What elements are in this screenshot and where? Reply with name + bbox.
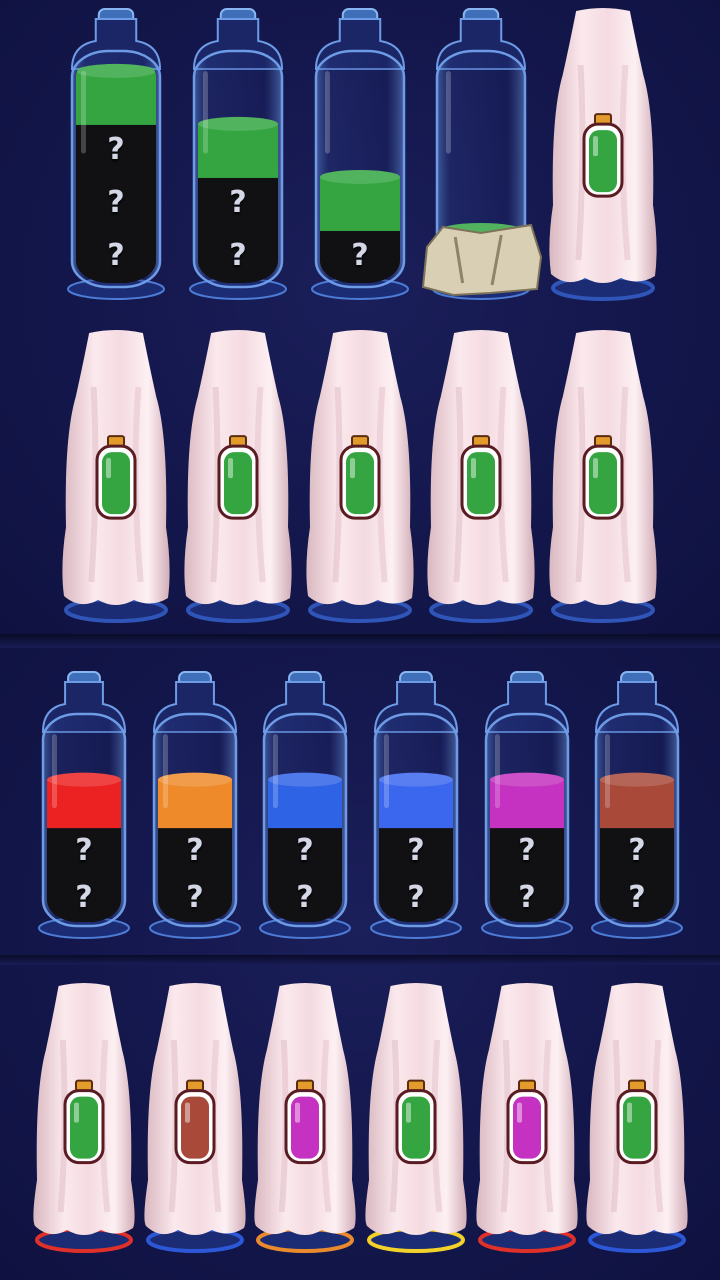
liquid-surface <box>268 772 342 787</box>
hidden-layer-question-mark: ? <box>186 880 204 916</box>
covered-tube[interactable] <box>304 327 416 623</box>
covered-tube[interactable] <box>60 327 172 623</box>
liquid-tube[interactable]: ?? <box>189 5 287 300</box>
hidden-layer-question-mark: ? <box>296 832 314 868</box>
hidden-layer-question-mark: ? <box>75 832 93 868</box>
liquid-tube[interactable]: ?? <box>38 668 130 939</box>
cloth-cover <box>586 983 688 1253</box>
cloth-cover <box>306 330 414 623</box>
hidden-layer-question-mark: ? <box>229 185 247 221</box>
liquid-layer-blue <box>268 779 342 829</box>
covered-tube[interactable] <box>547 5 659 301</box>
hidden-layer-question-mark: ? <box>75 880 93 916</box>
cloth-cover <box>254 983 356 1253</box>
hidden-layer-question-mark: ? <box>407 832 425 868</box>
liquid-layer-blue_alt <box>379 779 453 829</box>
covered-tube[interactable] <box>31 980 137 1253</box>
potion-hint-icon <box>506 1079 548 1165</box>
liquid-layer-magenta <box>490 779 564 829</box>
cloth-cover <box>184 330 292 623</box>
hidden-layer-question-mark: ? <box>518 880 536 916</box>
covered-tube[interactable] <box>252 980 358 1253</box>
liquid-surface <box>198 116 278 131</box>
potion-hint-icon <box>582 113 624 198</box>
liquid-layer-orange <box>158 779 232 829</box>
liquid-layer-green <box>76 70 156 125</box>
hidden-layer-question-mark: ? <box>107 132 125 168</box>
liquid-tube[interactable]: ?? <box>481 668 573 939</box>
cloth-cover <box>427 330 535 623</box>
shelf-divider <box>0 634 720 648</box>
hidden-layer-question-mark: ? <box>296 880 314 916</box>
covered-tube[interactable] <box>142 980 248 1253</box>
cloth-cover <box>62 330 170 623</box>
hidden-layer-question-mark: ? <box>107 185 125 221</box>
liquid-tube[interactable]: ?? <box>591 668 683 939</box>
liquid-layer-green <box>198 123 278 178</box>
hidden-layer-question-mark: ? <box>628 832 646 868</box>
potion-hint-icon <box>460 435 502 520</box>
potion-hint-icon <box>339 435 381 520</box>
shelf-divider <box>0 955 720 965</box>
covered-tube[interactable] <box>182 327 294 623</box>
covered-tube[interactable] <box>474 980 580 1253</box>
liquid-surface <box>320 169 400 184</box>
covered-tube[interactable] <box>584 980 690 1253</box>
hidden-layer-question-mark: ? <box>107 238 125 274</box>
tube-glass <box>421 8 543 300</box>
cloth-cover <box>365 983 467 1253</box>
liquid-surface <box>600 772 674 787</box>
liquid-surface <box>47 772 121 787</box>
liquid-tube[interactable]: ? <box>311 5 409 300</box>
liquid-layer-green <box>320 176 400 231</box>
potion-hint-icon <box>174 1079 216 1165</box>
liquid-surface <box>158 772 232 787</box>
potion-hint-icon <box>63 1079 105 1165</box>
hidden-layer-question-mark: ? <box>229 238 247 274</box>
cloth-cover <box>144 983 246 1253</box>
potion-hint-icon <box>217 435 259 520</box>
liquid-layer-red <box>47 779 121 829</box>
rock-lock-icon <box>421 223 543 297</box>
hidden-layer-question-mark: ? <box>518 832 536 868</box>
potion-hint-icon <box>284 1079 326 1165</box>
potion-hint-icon <box>95 435 137 520</box>
cloth-cover <box>33 983 135 1253</box>
liquid-tube[interactable]: ?? <box>259 668 351 939</box>
liquid-tube[interactable] <box>421 5 543 300</box>
covered-tube[interactable] <box>425 327 537 623</box>
potion-hint-icon <box>582 435 624 520</box>
liquid-tube[interactable]: ?? <box>370 668 462 939</box>
covered-tube[interactable] <box>547 327 659 623</box>
potion-hint-icon <box>395 1079 437 1165</box>
hidden-layer-question-mark: ? <box>186 832 204 868</box>
cloth-cover <box>549 8 657 301</box>
liquid-surface <box>76 63 156 78</box>
cloth-cover <box>476 983 578 1253</box>
liquid-surface <box>490 772 564 787</box>
liquid-surface <box>379 772 453 787</box>
hidden-layer-question-mark: ? <box>407 880 425 916</box>
cloth-cover <box>549 330 657 623</box>
liquid-layer-brown <box>600 779 674 829</box>
potion-hint-icon <box>616 1079 658 1165</box>
hidden-layer-question-mark: ? <box>351 238 369 274</box>
covered-tube[interactable] <box>363 980 469 1253</box>
liquid-tube[interactable]: ??? <box>67 5 165 300</box>
liquid-tube[interactable]: ?? <box>149 668 241 939</box>
hidden-layer-question-mark: ? <box>628 880 646 916</box>
